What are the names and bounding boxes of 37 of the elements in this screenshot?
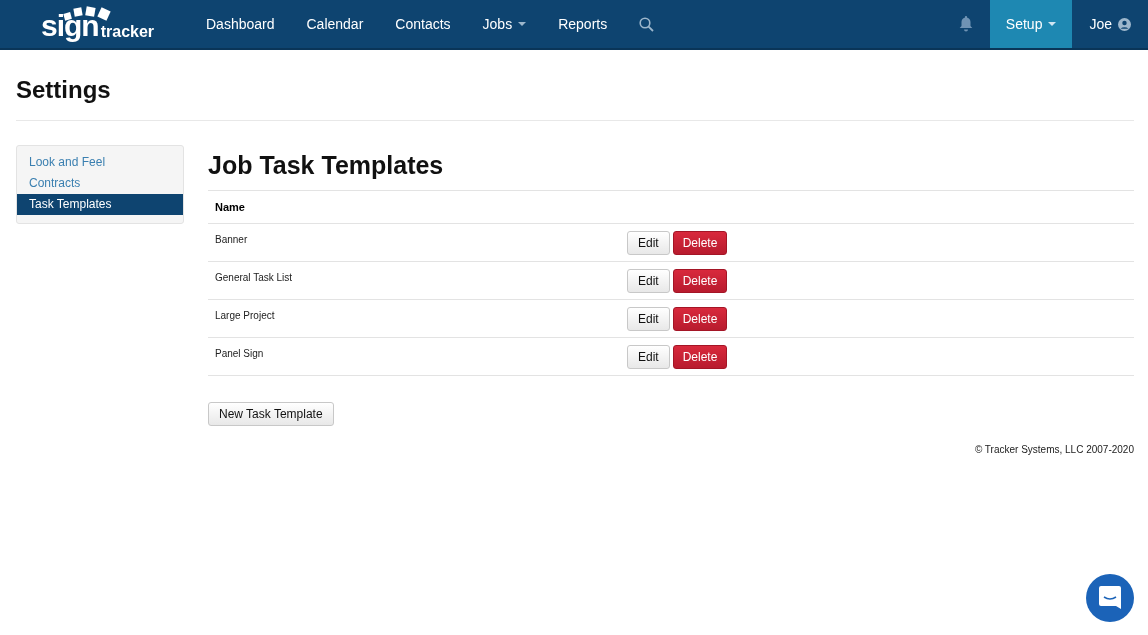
edit-button[interactable]: Edit — [627, 268, 670, 293]
bell-icon — [958, 16, 973, 32]
user-menu[interactable]: Joe — [1072, 0, 1148, 48]
table-cell-text: Panel Sign — [214, 347, 265, 361]
section-title: Job Task Templates — [208, 145, 1134, 191]
chat-icon — [1098, 585, 1122, 611]
nav-link[interactable]: Contacts — [379, 0, 467, 48]
edit-button[interactable]: Edit — [627, 230, 670, 255]
logo-text: sign — [41, 12, 99, 40]
nav-link[interactable]: Calendar — [290, 0, 380, 48]
sidebar-item[interactable]: Contracts — [17, 173, 183, 194]
sidebar-item[interactable]: Look and Feel — [17, 152, 183, 173]
search-icon — [639, 16, 655, 32]
page-title: Settings — [16, 50, 1134, 121]
user-icon — [1118, 17, 1131, 31]
sidebar-item[interactable]: Task Templates — [17, 194, 183, 215]
caret-icon — [1048, 22, 1057, 26]
delete-button[interactable]: Delete — [672, 306, 728, 331]
copyright-text: © Tracker Systems, LLC 2007-2020 — [974, 444, 1134, 455]
edit-button[interactable]: Edit — [627, 306, 670, 331]
delete-button[interactable]: Delete — [672, 230, 728, 255]
nav-link[interactable]: Setup — [989, 0, 1073, 48]
table-cell-text: Large Project — [214, 309, 276, 323]
nav-link[interactable]: Dashboard — [190, 0, 291, 48]
logo-text: tracker — [100, 24, 155, 40]
delete-button[interactable]: Delete — [672, 344, 728, 369]
nav-link[interactable]: Jobs — [466, 0, 543, 48]
table-cell-text: General Task List — [214, 271, 294, 285]
new-template-button[interactable]: New Task Template — [208, 402, 334, 426]
edit-button[interactable]: Edit — [627, 344, 670, 369]
delete-button[interactable]: Delete — [672, 268, 728, 293]
caret-icon — [518, 22, 527, 26]
table-cell-text: Banner — [214, 233, 249, 247]
chat-button[interactable] — [1086, 574, 1134, 622]
nav-link[interactable]: Reports — [542, 0, 624, 48]
column-header: Name — [208, 191, 1134, 224]
logo[interactable]: signtracker — [0, 0, 171, 48]
